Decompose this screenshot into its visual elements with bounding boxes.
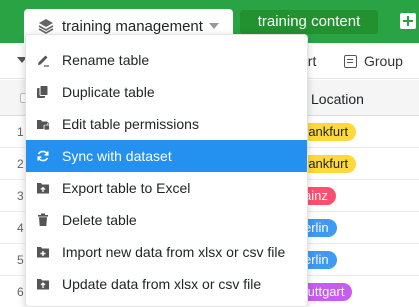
group-label: Group — [364, 53, 403, 69]
row-number: 1 — [17, 125, 24, 139]
row-number: 5 — [17, 253, 24, 267]
menu-item-duplicate-table[interactable]: Duplicate table — [26, 76, 307, 108]
lock-folder-icon — [37, 120, 50, 131]
trash-icon — [38, 213, 48, 226]
menu-item-label: Rename table — [62, 52, 150, 68]
pencil-icon — [38, 55, 49, 67]
row-number: 4 — [17, 221, 24, 235]
row-number: 2 — [17, 157, 24, 171]
menu-item-edit-table-permissions[interactable]: Edit table permissions — [26, 108, 307, 140]
menu-item-delete-table[interactable]: Delete table — [26, 204, 307, 236]
row-number: 6 — [17, 285, 24, 299]
group-button[interactable]: Group — [344, 51, 403, 71]
column-header-location[interactable]: Location — [311, 91, 364, 107]
import-icon — [37, 247, 49, 258]
row-number: 3 — [17, 189, 24, 203]
menu-item-label: Export table to Excel — [62, 180, 191, 196]
sync-icon — [37, 150, 49, 162]
menu-item-label: Edit table permissions — [62, 116, 199, 132]
update-icon — [37, 279, 49, 290]
menu-item-update-data[interactable]: Update data from xlsx or csv file — [26, 268, 307, 300]
menu-item-label: Sync with dataset — [62, 148, 172, 164]
chevron-down-icon[interactable] — [208, 23, 219, 29]
duplicate-icon — [37, 85, 49, 98]
add-table-icon[interactable] — [400, 13, 416, 29]
menu-item-sync-with-dataset[interactable]: Sync with dataset — [26, 140, 307, 172]
export-icon — [37, 183, 49, 194]
menu-item-export-table-to-excel[interactable]: Export table to Excel — [26, 172, 307, 204]
tab-training-content[interactable]: training content — [240, 10, 378, 34]
menu-item-label: Import new data from xlsx or csv file — [62, 244, 286, 260]
menu-item-import-new-data[interactable]: Import new data from xlsx or csv file — [26, 236, 307, 268]
group-icon — [344, 54, 357, 68]
table-context-menu: Rename table Duplicate table Edit table … — [25, 34, 308, 307]
menu-item-rename-table[interactable]: Rename table — [26, 44, 307, 76]
menu-item-label: Delete table — [62, 212, 137, 228]
tab-label: training management — [62, 17, 203, 35]
menu-item-label: Update data from xlsx or csv file — [62, 276, 262, 292]
menu-item-label: Duplicate table — [62, 84, 155, 100]
layers-icon — [38, 19, 54, 34]
